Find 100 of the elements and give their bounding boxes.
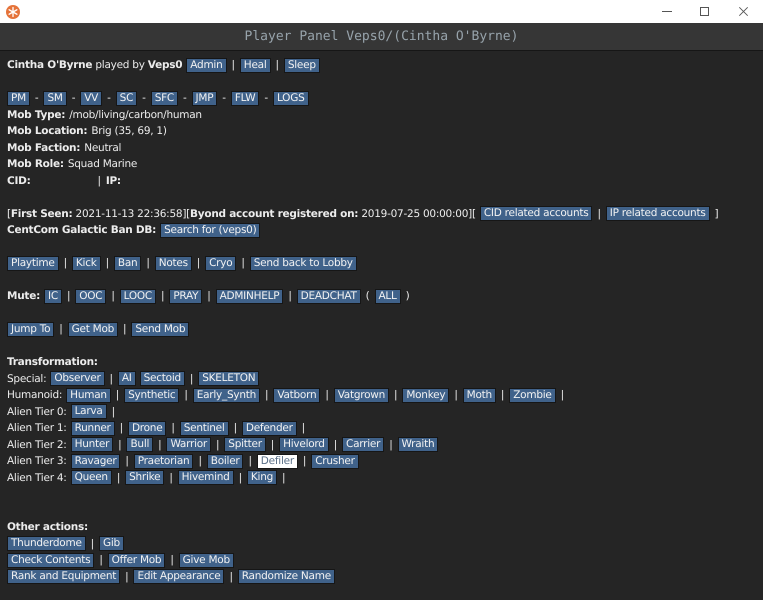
transform-button[interactable]: Praetorian [134, 454, 194, 469]
separator: | [114, 389, 120, 402]
action-button[interactable]: Ban [114, 256, 142, 271]
separator: | [110, 406, 116, 418]
action-button[interactable]: Heal [240, 58, 271, 73]
action-button[interactable]: Gib [98, 536, 124, 552]
transform-button[interactable]: Defiler [256, 454, 298, 469]
separator: | [157, 438, 162, 451]
field-label: Mob Faction: [7, 142, 80, 154]
transform-button[interactable]: Warrior [166, 437, 211, 452]
transform-button[interactable]: AI [118, 371, 136, 386]
action-button[interactable]: Send back to Lobby [250, 256, 357, 271]
action-button[interactable]: Jump To [7, 322, 54, 337]
action-button[interactable]: LOOC [120, 288, 156, 304]
action-button[interactable]: SFC [150, 90, 178, 106]
transform-button[interactable]: Spitter [224, 437, 266, 452]
action-button[interactable]: Offer Mob [108, 552, 166, 568]
action-button[interactable]: Rank and Equipment [7, 569, 120, 584]
transform-button[interactable]: Synthetic [124, 388, 180, 403]
action-button[interactable]: Kick [72, 256, 101, 271]
action-button[interactable]: CID related accounts [480, 206, 592, 222]
transform-button[interactable]: Human [66, 388, 111, 403]
separator: | [110, 290, 116, 302]
action-button[interactable]: LOGS [272, 90, 308, 106]
transform-button[interactable]: Crusher [311, 454, 359, 469]
action-button[interactable]: Admin [186, 58, 226, 73]
transform-button[interactable]: Bull [126, 437, 154, 452]
separator: | [302, 455, 308, 468]
action-button[interactable]: Send Mob [131, 322, 190, 337]
action-button[interactable]: Search for (veps0) [160, 222, 260, 238]
transform-button[interactable]: Observer [50, 371, 105, 386]
transform-button[interactable]: Sentinel [180, 420, 229, 436]
action-button[interactable]: Get Mob [68, 322, 118, 337]
separator: ] [714, 208, 720, 220]
action-button[interactable]: Thunderdome [7, 536, 86, 552]
transform-button[interactable]: Moth [462, 388, 496, 403]
transform-button[interactable]: SKELETON [198, 371, 260, 386]
action-button[interactable]: JMP [192, 90, 218, 106]
transform-button[interactable]: Larva [70, 404, 107, 420]
action-button[interactable]: Give Mob [178, 552, 234, 568]
transform-button[interactable]: Ravager [70, 454, 120, 469]
info-text: Alien Tier 0: [7, 406, 67, 418]
transform-button[interactable]: Hunter [70, 437, 114, 452]
separator: | [332, 438, 338, 451]
transform-button[interactable]: Boiler [206, 454, 244, 469]
action-button[interactable]: SM [43, 90, 67, 106]
action-button[interactable]: PM [7, 90, 30, 106]
separator: | [160, 290, 166, 302]
action-button[interactable]: ALL [374, 288, 401, 304]
separator: | [300, 422, 306, 434]
action-button[interactable]: Check Contents [7, 552, 94, 568]
action-button[interactable]: PRAY [169, 288, 202, 304]
action-button[interactable]: Cryo [205, 256, 236, 271]
action-button[interactable]: Notes [154, 256, 192, 271]
maximize-icon[interactable] [700, 7, 709, 16]
transform-button[interactable]: Zombie [509, 388, 556, 403]
transform-button[interactable]: Vatgrown [334, 388, 390, 403]
field-label: CentCom Galactic Ban DB: [7, 224, 156, 236]
action-button[interactable]: Edit Appearance [133, 569, 224, 584]
action-button[interactable]: IC [44, 288, 62, 304]
transform-button[interactable]: King [246, 470, 278, 486]
action-button[interactable]: FLW [230, 90, 260, 106]
transform-button[interactable]: Hivemind [178, 470, 234, 486]
transform-button[interactable]: Early_Synth [192, 388, 260, 403]
field-label: CID: [7, 174, 31, 187]
action-button[interactable]: Playtime [7, 256, 59, 271]
action-button[interactable]: ADMINHELP [216, 288, 284, 304]
field-label: Mob Role: [7, 158, 64, 170]
transform-button[interactable]: Shrike [125, 470, 164, 486]
transform-button[interactable]: Wraith [398, 437, 438, 452]
separator: | [169, 554, 175, 566]
transform-button[interactable]: Sectoid [140, 371, 185, 386]
action-button[interactable]: Sleep [284, 58, 320, 73]
action-button[interactable]: VV [80, 90, 102, 106]
app-icon [6, 4, 20, 18]
action-button[interactable]: IP related accounts [606, 206, 710, 222]
action-button[interactable]: OOC [75, 288, 106, 304]
info-text: Cintha O'Byrne played by Veps0 [7, 59, 182, 72]
transform-button[interactable]: Monkey [402, 388, 450, 403]
transform-button[interactable]: Hivelord [279, 437, 329, 452]
info-text: Alien Tier 3: [7, 455, 67, 468]
transform-button[interactable]: Defender [242, 420, 297, 436]
panel-title: Player Panel Veps0/(Cintha O'Byrne) [244, 29, 518, 44]
transform-button[interactable]: Carrier [342, 437, 384, 452]
transform-button[interactable]: Vatborn [273, 388, 320, 403]
close-icon[interactable] [739, 7, 748, 16]
action-button[interactable]: Randomize Name [238, 569, 335, 584]
separator: - [70, 92, 76, 104]
separator: | [232, 422, 238, 434]
transform-button[interactable]: Drone [128, 420, 166, 436]
action-button[interactable]: SC [116, 90, 138, 106]
separator: | [118, 422, 124, 434]
action-button[interactable]: DEADCHAT [296, 288, 361, 304]
separator: | [240, 257, 246, 270]
field-label: Mute: [7, 290, 40, 302]
separator: - [263, 92, 269, 104]
transform-button[interactable]: Runner [70, 420, 115, 436]
field-value: Brig (35, 69, 1) [91, 125, 167, 138]
separator: | [247, 455, 253, 468]
transform-button[interactable]: Queen [70, 470, 112, 486]
